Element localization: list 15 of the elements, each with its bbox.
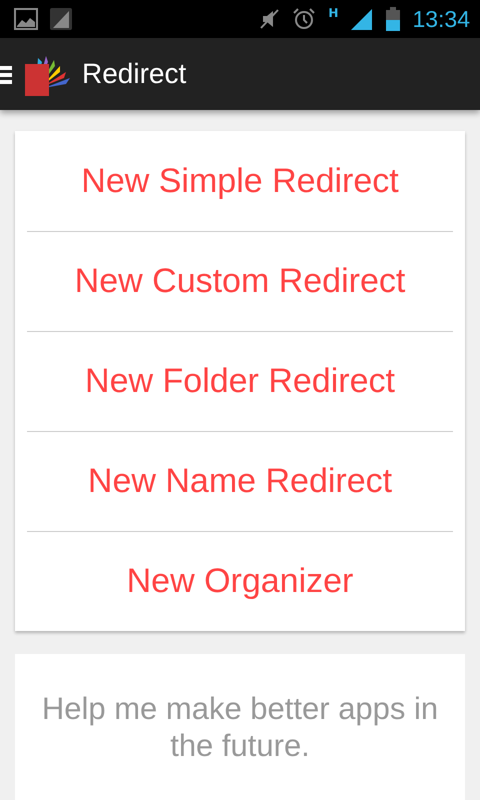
signal-strength-icon [350, 8, 374, 30]
muted-speaker-icon [260, 8, 280, 30]
battery-icon [386, 7, 400, 31]
action-button[interactable]: New Simple Redirect [27, 131, 453, 231]
app-title: Redirect [82, 58, 186, 90]
clock-time: 13:34 [412, 6, 470, 32]
action-button[interactable]: New Organizer [27, 531, 453, 631]
picture-icon [14, 8, 38, 30]
help-text: Help me make better apps in the future. [40, 690, 440, 766]
action-button[interactable]: New Folder Redirect [27, 331, 453, 431]
network-type: H [328, 6, 338, 20]
action-button[interactable]: New Name Redirect [27, 431, 453, 531]
action-button[interactable]: New Custom Redirect [27, 231, 453, 331]
alarm-clock-icon [292, 7, 316, 31]
signal-triangle-icon [50, 8, 72, 30]
